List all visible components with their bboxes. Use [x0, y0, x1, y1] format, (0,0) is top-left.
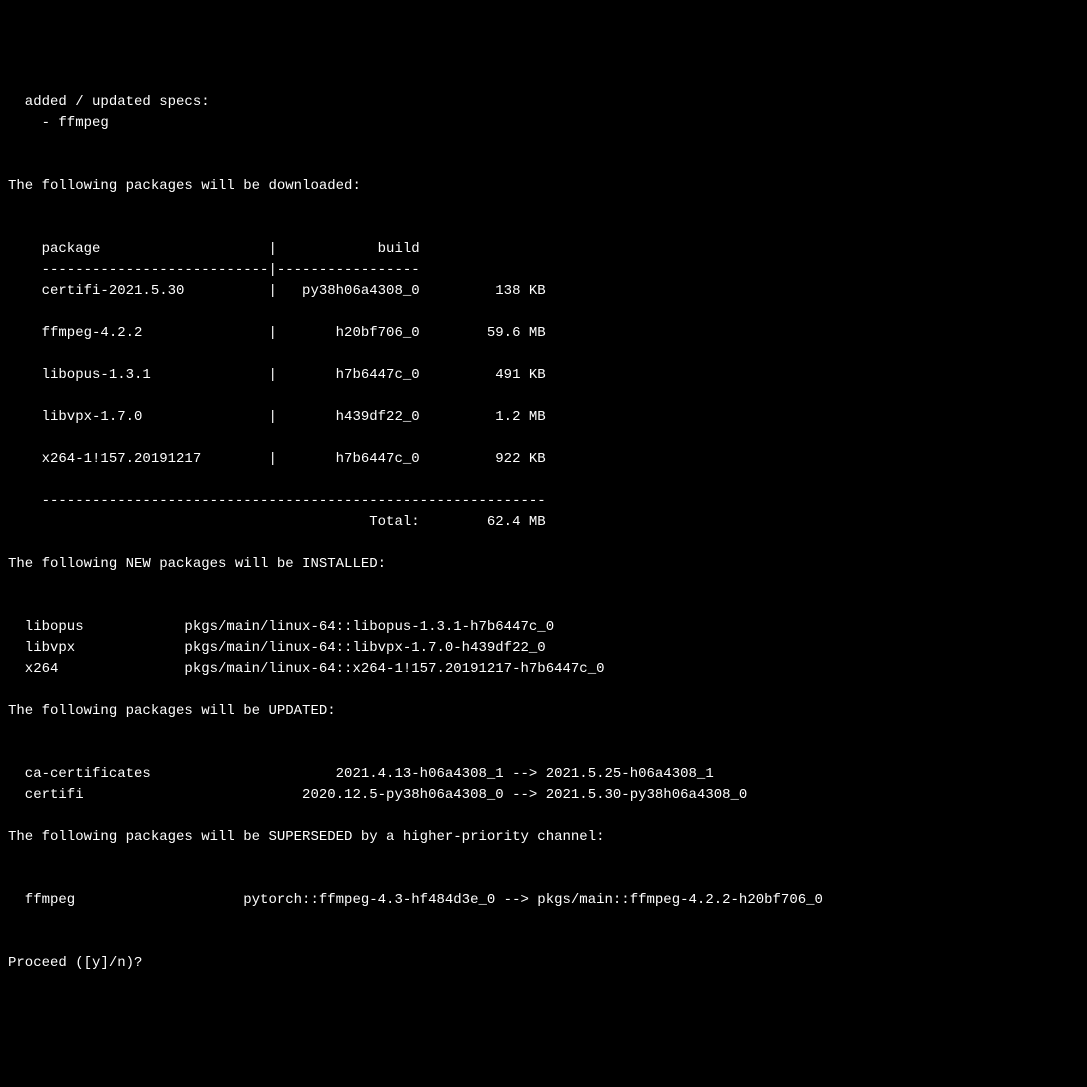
update-item: certifi 2020.12.5-py38h06a4308_0 --> 202…	[8, 787, 747, 803]
install-item: libopus pkgs/main/linux-64::libopus-1.3.…	[8, 619, 554, 635]
download-row: libvpx-1.7.0 | h439df22_0 1.2 MB	[8, 407, 1079, 428]
download-section-header: The following packages will be downloade…	[8, 176, 1079, 197]
specs-header: added / updated specs:	[8, 94, 210, 110]
proceed-prompt[interactable]: Proceed ([y]/n)?	[8, 955, 151, 971]
download-table-divider: ---------------------------|------------…	[8, 262, 420, 278]
terminal-output: added / updated specs: - ffmpeg The foll…	[8, 92, 1079, 974]
download-table-header: package | build	[8, 241, 420, 257]
install-item: x264 pkgs/main/linux-64::x264-1!157.2019…	[8, 661, 605, 677]
download-row: libopus-1.3.1 | h7b6447c_0 491 KB	[8, 365, 1079, 386]
install-item: libvpx pkgs/main/linux-64::libvpx-1.7.0-…	[8, 640, 546, 656]
update-item: ca-certificates 2021.4.13-h06a4308_1 -->…	[8, 766, 714, 782]
update-section-header: The following packages will be UPDATED:	[8, 701, 1079, 722]
download-row: ffmpeg-4.2.2 | h20bf706_0 59.6 MB	[8, 323, 1079, 344]
supersede-section-header: The following packages will be SUPERSEDE…	[8, 827, 1079, 848]
supersede-item: ffmpeg pytorch::ffmpeg-4.3-hf484d3e_0 --…	[8, 892, 823, 908]
download-total-divider: ----------------------------------------…	[8, 493, 546, 509]
download-row: certifi-2021.5.30 | py38h06a4308_0 138 K…	[8, 281, 1079, 302]
spec-item: - ffmpeg	[8, 115, 109, 131]
install-section-header: The following NEW packages will be INSTA…	[8, 554, 1079, 575]
download-total: Total: 62.4 MB	[8, 514, 546, 530]
download-row: x264-1!157.20191217 | h7b6447c_0 922 KB	[8, 449, 1079, 470]
